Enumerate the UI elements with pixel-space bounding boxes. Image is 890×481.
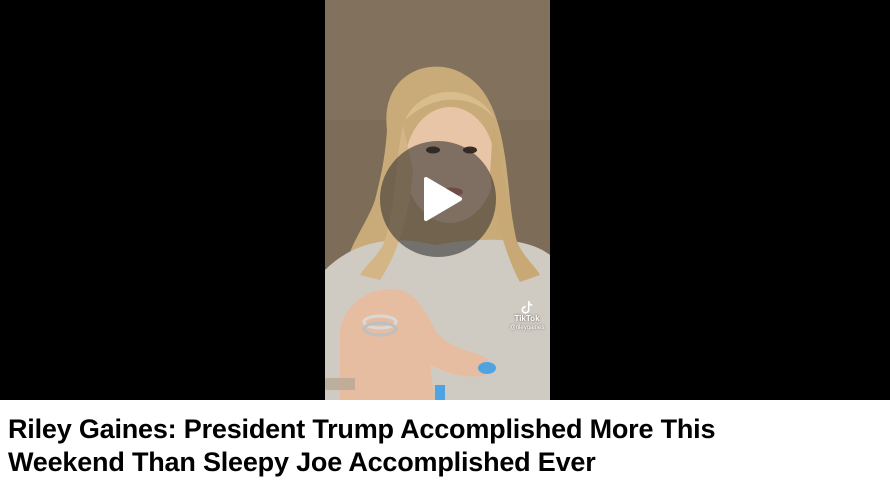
tiktok-handle-label: @rileygaines: [509, 325, 545, 331]
tiktok-brand-label: TikTok: [514, 314, 540, 323]
headline-line-1: Riley Gaines: President Trump Accomplish…: [8, 414, 716, 444]
headline-line-2: Weekend Than Sleepy Joe Accomplished Eve…: [8, 447, 596, 477]
video-player[interactable]: TikTok @rileygaines: [0, 0, 890, 400]
play-icon: [424, 177, 462, 221]
tiktok-icon: [521, 301, 533, 314]
play-button[interactable]: [380, 141, 496, 257]
tiktok-watermark: TikTok @rileygaines: [504, 300, 550, 340]
article-headline[interactable]: Riley Gaines: President Trump Accomplish…: [8, 413, 878, 479]
